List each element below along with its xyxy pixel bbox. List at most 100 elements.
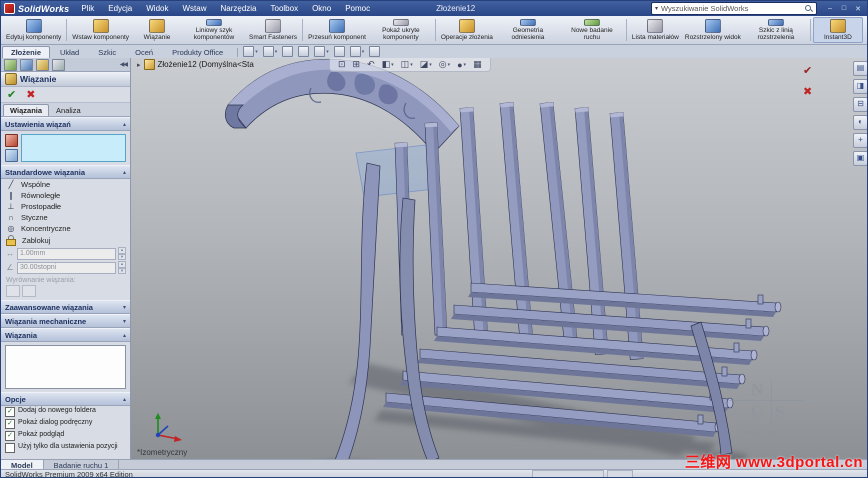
- option-show-popup-dialog[interactable]: ✓ Pokaż dialog podręczny: [1, 418, 130, 430]
- exploded-view-button[interactable]: Rozstrzelony widok: [682, 17, 744, 43]
- side-tool-icon[interactable]: ▣: [853, 151, 867, 166]
- side-tool-icon[interactable]: ◐: [853, 115, 867, 130]
- new-motion-study-button[interactable]: Nowe badanie ruchu: [560, 17, 624, 43]
- section-mate-selections[interactable]: Ustawienia wiązań ▴: [1, 117, 130, 131]
- checkbox[interactable]: ✓: [5, 419, 15, 429]
- smart-fasteners-button[interactable]: Smart Fasteners: [246, 17, 300, 43]
- confirm-ok-icon[interactable]: ✔: [803, 64, 812, 77]
- tab-uklad[interactable]: Układ: [51, 46, 88, 58]
- option-add-to-new-folder[interactable]: ✓ Dodaj do nowego foldera: [1, 406, 130, 418]
- mate-concentric-button[interactable]: ◎ Koncentryczne: [1, 223, 130, 234]
- mate-selection-listbox[interactable]: [21, 134, 126, 162]
- ribbon-tool-icon[interactable]: [333, 46, 345, 57]
- section-advanced-mates[interactable]: Zaawansowane wiązania ▾: [1, 300, 130, 314]
- tab-zlozenie[interactable]: Złożenie: [2, 46, 51, 58]
- feature-manager-tab-icon[interactable]: [4, 58, 17, 71]
- option-show-preview[interactable]: ✓ Pokaż podgląd: [1, 430, 130, 442]
- tab-analiza[interactable]: Analiza: [49, 104, 88, 116]
- angle-input[interactable]: 30.00stopni: [17, 261, 116, 274]
- panel-collapse-icon[interactable]: ◀◀: [120, 61, 128, 68]
- checkbox[interactable]: ✓: [5, 407, 15, 417]
- mates-listbox[interactable]: [5, 345, 126, 389]
- display-style-icon[interactable]: ◪ ▾: [420, 59, 432, 70]
- ribbon-tool-icon[interactable]: [282, 46, 294, 57]
- confirm-cancel-icon[interactable]: ✖: [803, 85, 812, 98]
- section-options[interactable]: Opcje ▴: [1, 392, 130, 406]
- previous-view-icon[interactable]: ↶: [367, 59, 375, 70]
- ribbon-tool-icon[interactable]: ▾: [243, 46, 258, 57]
- option-use-for-positioning-only[interactable]: Użyj tylko dla ustawienia pozycji: [1, 442, 130, 454]
- edit-components-button[interactable]: Edytuj komponenty: [3, 17, 64, 43]
- side-tool-icon[interactable]: ▤: [853, 61, 867, 76]
- close-button[interactable]: ✕: [853, 5, 863, 13]
- tab-szkic[interactable]: Szkic: [89, 46, 125, 58]
- section-view-icon[interactable]: ◧ ▾: [382, 59, 394, 70]
- search-dropdown-icon[interactable]: ▾: [655, 5, 658, 12]
- instant3d-button[interactable]: Instant3D: [812, 17, 863, 43]
- mate-tangent-button[interactable]: ∩ Styczne: [1, 212, 130, 223]
- menu-pomoc[interactable]: Pomoc: [339, 3, 376, 14]
- configuration-manager-tab-icon[interactable]: [36, 58, 49, 71]
- search-input[interactable]: Wyszukiwanie SolidWorks: [661, 4, 801, 13]
- linear-pattern-button[interactable]: Liniowy szyk komponentów: [182, 17, 246, 43]
- maximize-button[interactable]: □: [839, 5, 849, 13]
- appearances-icon[interactable]: ● ▾: [457, 60, 466, 70]
- mate-coincident-button[interactable]: ╱ Wspólne: [1, 179, 130, 190]
- mate-perpendicular-button[interactable]: ⊥ Prostopadłe: [1, 201, 130, 212]
- checkbox[interactable]: [5, 443, 15, 453]
- search-icon[interactable]: [804, 4, 813, 13]
- assembly-features-button[interactable]: Operacje złożenia: [438, 17, 496, 43]
- ribbon-tool-icon[interactable]: [298, 46, 310, 57]
- side-tool-icon[interactable]: ◨: [853, 79, 867, 94]
- tab-ocen[interactable]: Oceń: [126, 46, 162, 58]
- ribbon-tool-icon[interactable]: ▾: [349, 46, 364, 57]
- show-hidden-components-button[interactable]: Pokaż ukryte komponenty: [369, 17, 433, 43]
- section-mechanical-mates[interactable]: Wiązania mechaniczne ▾: [1, 314, 130, 328]
- mate-parallel-button[interactable]: ∥ Równoległe: [1, 190, 130, 201]
- property-manager-tab-icon[interactable]: [20, 58, 33, 71]
- menu-okno[interactable]: Okno: [306, 3, 337, 14]
- move-component-button[interactable]: Przesuń komponent: [305, 17, 369, 43]
- reference-geometry-button[interactable]: Geometria odniesienia: [496, 17, 560, 43]
- menu-wstaw[interactable]: Wstaw: [176, 3, 212, 14]
- zoom-area-icon[interactable]: ⊞: [353, 59, 361, 70]
- section-mates-list[interactable]: Wiązania ▴: [1, 328, 130, 342]
- menu-edycja[interactable]: Edycja: [102, 3, 138, 14]
- ok-button[interactable]: ✔: [7, 88, 16, 101]
- menu-widok[interactable]: Widok: [140, 3, 174, 14]
- ribbon-tool-icon[interactable]: ▾: [314, 46, 329, 57]
- bill-of-materials-button[interactable]: Lista materiałów: [629, 17, 682, 43]
- menu-plik[interactable]: Plik: [75, 3, 100, 14]
- hide-show-items-icon[interactable]: ◎ ▾: [439, 59, 450, 70]
- scene-icon[interactable]: ▦: [473, 59, 482, 70]
- zoom-fit-icon[interactable]: ⊡: [338, 59, 346, 70]
- ribbon-tool-icon[interactable]: [369, 46, 381, 57]
- angle-spinner[interactable]: ▴ ▾: [118, 261, 126, 274]
- search-box[interactable]: ▾ Wyszukiwanie SolidWorks: [651, 2, 817, 15]
- distance-spinner[interactable]: ▴ ▾: [118, 247, 126, 260]
- tab-produkty-office[interactable]: Produkty Office: [163, 46, 232, 58]
- minimize-button[interactable]: –: [825, 5, 835, 13]
- aligned-button[interactable]: [6, 285, 20, 297]
- feature-tree-root[interactable]: ▸ Złożenie12 (Domyślna<Sta: [137, 59, 254, 70]
- side-tool-icon[interactable]: ⊟: [853, 97, 867, 112]
- insert-components-button[interactable]: Wstaw komponenty: [69, 17, 132, 43]
- cancel-button[interactable]: ✖: [26, 88, 35, 101]
- crest-rail[interactable]: [224, 59, 460, 154]
- mate-button[interactable]: Wiązanie: [132, 17, 182, 43]
- side-tool-icon[interactable]: +: [853, 133, 867, 148]
- explode-line-sketch-button[interactable]: Szkic z linią rozstrzelenia: [744, 17, 808, 43]
- tab-wiazania[interactable]: Wiązania: [3, 104, 50, 116]
- ribbon-tool-icon[interactable]: ▾: [262, 46, 277, 57]
- menu-toolbox[interactable]: Toolbox: [265, 3, 305, 14]
- graphics-area[interactable]: ▸ Złożenie12 (Domyślna<Sta ⊡ ⊞ ↶ ◧ ▾ ◫ ▾ ◪…: [131, 58, 867, 459]
- anti-aligned-button[interactable]: [22, 285, 36, 297]
- menu-narzedzia[interactable]: Narzędzia: [214, 3, 262, 14]
- distance-input[interactable]: 1.00mm: [17, 247, 116, 260]
- tree-expand-icon[interactable]: ▸: [137, 61, 141, 69]
- view-orientation-icon[interactable]: ◫ ▾: [401, 59, 413, 70]
- mate-lock-button[interactable]: Zablokuj: [1, 234, 130, 246]
- checkbox[interactable]: ✓: [5, 431, 15, 441]
- dimxpert-tab-icon[interactable]: [52, 58, 65, 71]
- section-standard-mates[interactable]: Standardowe wiązania ▴: [1, 165, 130, 179]
